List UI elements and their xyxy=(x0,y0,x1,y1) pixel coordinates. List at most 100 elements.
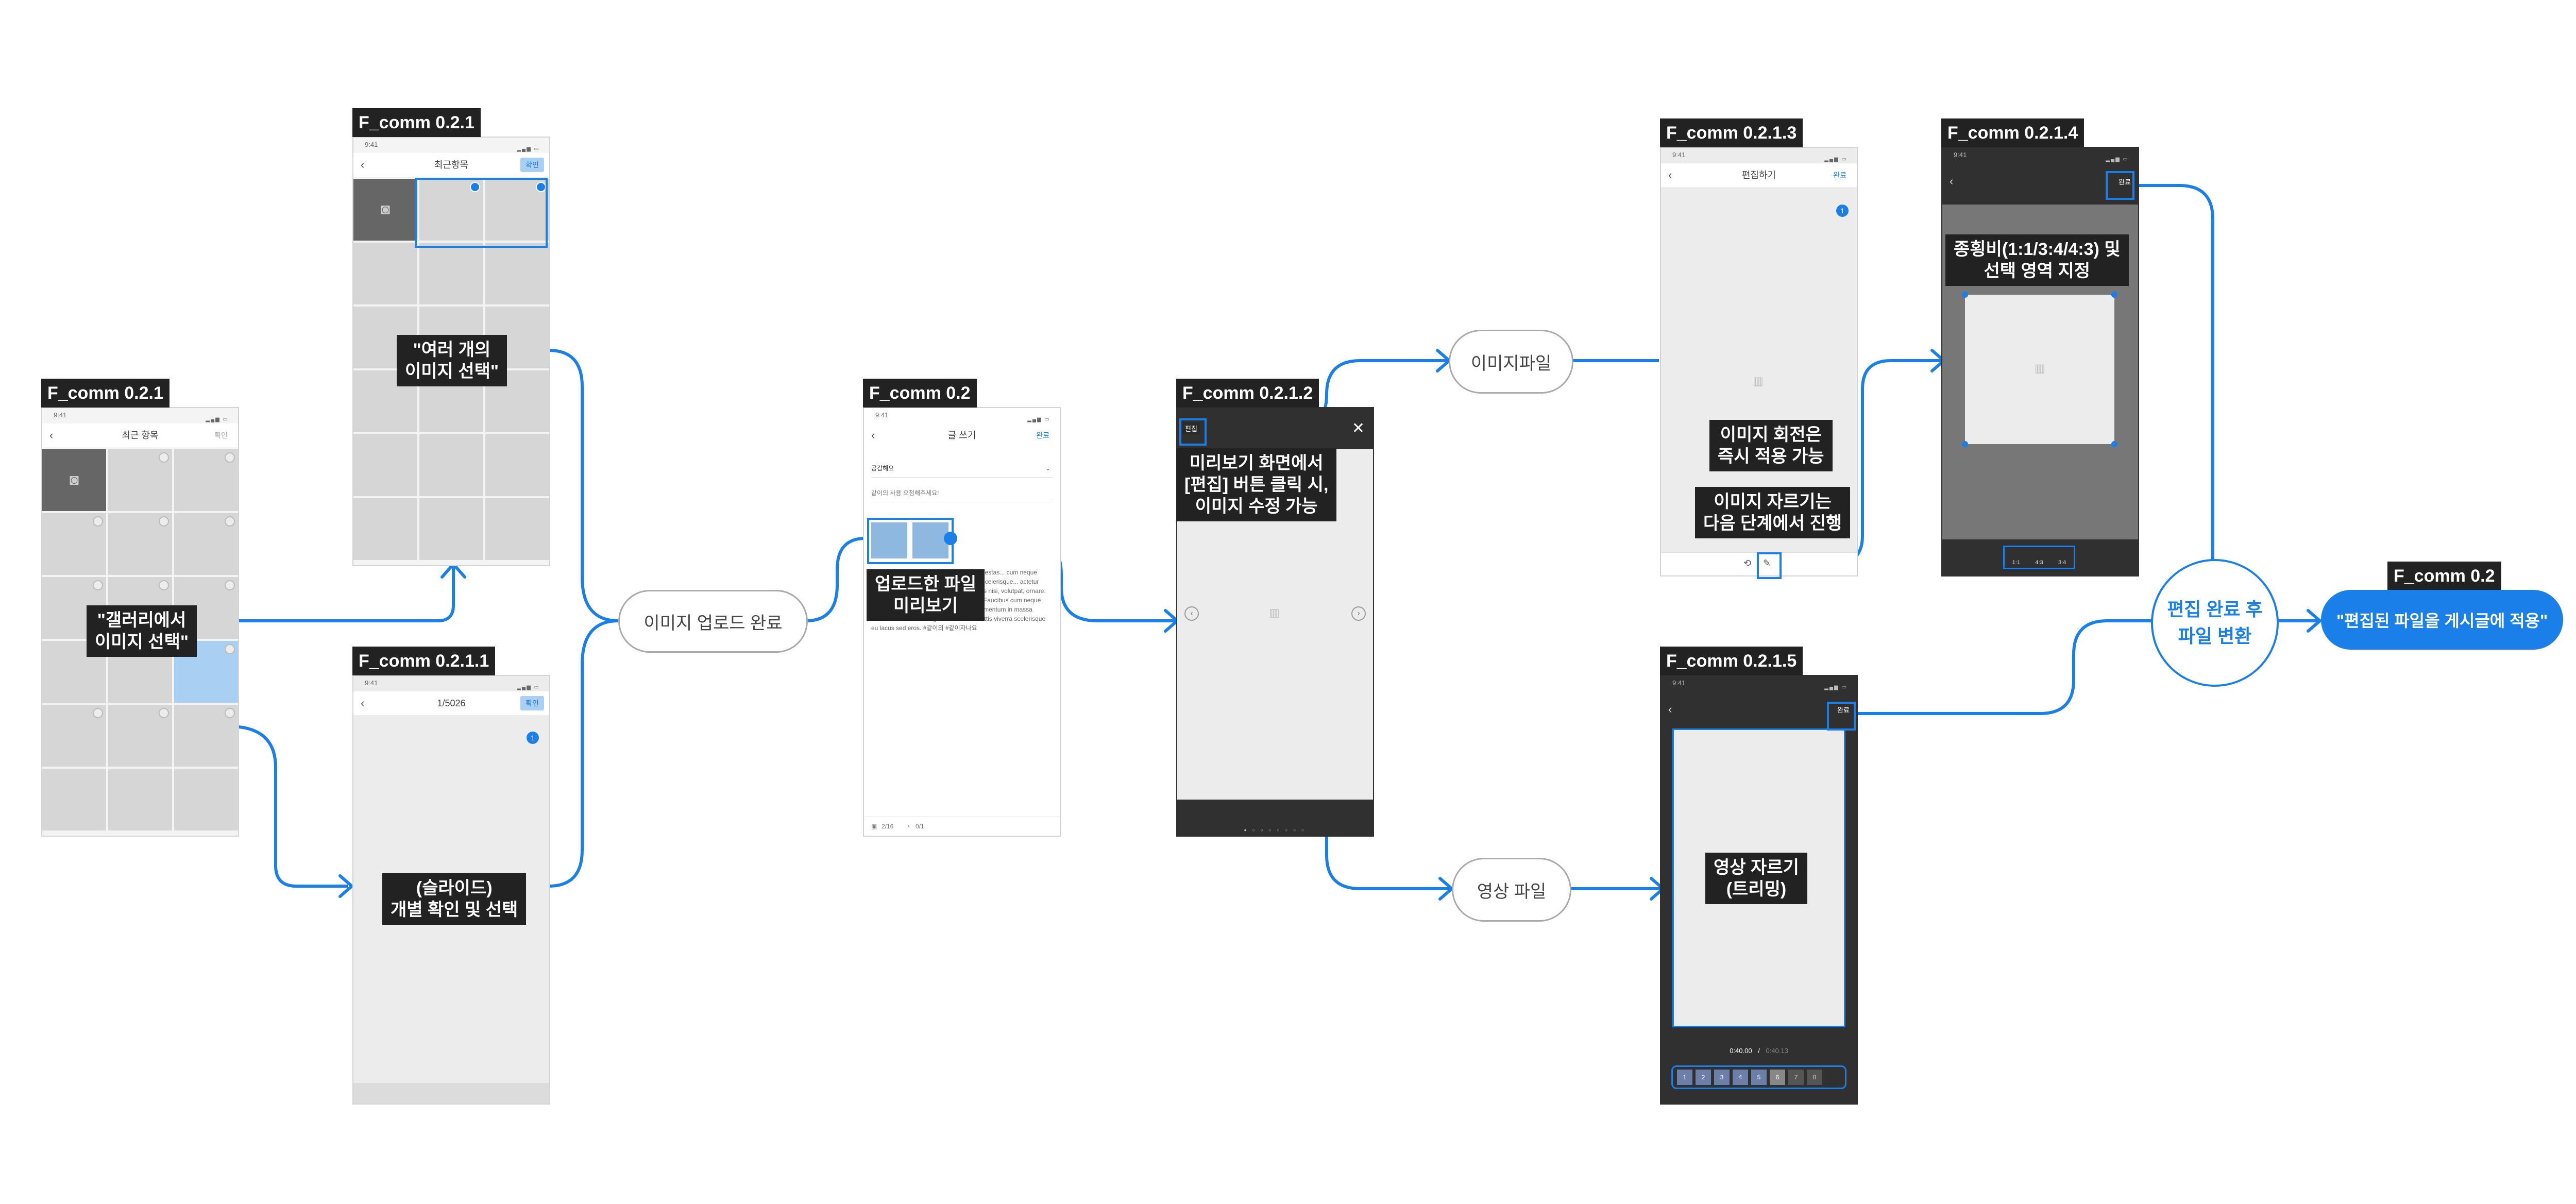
prev-arrow-icon[interactable]: ‹ xyxy=(1184,606,1199,621)
trim-thumb[interactable]: 2 xyxy=(1696,1070,1711,1085)
photo-thumb[interactable] xyxy=(419,498,483,560)
photo-thumb[interactable] xyxy=(419,434,483,496)
close-icon[interactable]: ✕ xyxy=(1352,419,1365,437)
photo-thumb[interactable] xyxy=(174,769,238,830)
trim-strip[interactable]: 1 2 3 4 5 6 7 8 xyxy=(1671,1065,1846,1089)
nav-title: 최근 항목 xyxy=(122,430,159,440)
selection-count-badge[interactable]: 1 xyxy=(527,732,539,744)
done-button[interactable]: 완료 xyxy=(1031,428,1055,443)
ratio-option[interactable]: 3:4 xyxy=(2058,559,2066,566)
arrowhead-right xyxy=(1436,349,1451,372)
category-select[interactable]: 공감해요 ⌄ xyxy=(871,460,1053,478)
confirm-button[interactable]: 확인 xyxy=(520,158,544,172)
photo-thumb[interactable] xyxy=(42,769,106,830)
check-circle-icon[interactable] xyxy=(225,644,235,654)
trim-thumb[interactable]: 6 xyxy=(1770,1070,1785,1085)
photo-thumb[interactable] xyxy=(485,243,549,304)
nav-title: 최근항목 xyxy=(434,160,469,170)
status-time: 9:41 xyxy=(1672,679,1686,687)
trim-thumb[interactable]: 4 xyxy=(1733,1070,1748,1085)
back-icon[interactable]: ‹ xyxy=(871,423,875,447)
selection-count-badge[interactable]: 1 xyxy=(1836,205,1849,217)
confirm-button[interactable]: 확인 xyxy=(520,696,544,710)
time-current: 0:40.00 xyxy=(1730,1047,1752,1055)
photo-thumb[interactable] xyxy=(174,705,238,767)
crop-handle[interactable] xyxy=(1962,292,1968,298)
crop-handle[interactable] xyxy=(1962,441,1968,447)
ratio-option[interactable]: 4:3 xyxy=(2035,559,2043,566)
photo-thumb[interactable] xyxy=(353,434,417,496)
crop-handle[interactable] xyxy=(2111,292,2117,298)
trim-thumb[interactable]: 8 xyxy=(1807,1070,1822,1085)
photo-thumb[interactable] xyxy=(353,243,417,304)
check-circle-icon[interactable] xyxy=(159,580,169,590)
frame-title-f0211: F_comm 0.2.1.1 xyxy=(352,647,496,675)
ratio-options: 1:1 4:3 3:4 xyxy=(2003,546,2075,569)
crop-area[interactable]: ▥ xyxy=(1962,292,2117,447)
edit-button[interactable]: 편집 xyxy=(1182,422,1200,434)
camera-icon[interactable]: ◙ xyxy=(42,449,106,511)
title-input[interactable]: 같이의 사용 요청해주세요! xyxy=(871,484,1053,502)
back-icon[interactable]: ‹ xyxy=(1668,163,1672,187)
photo-thumb[interactable] xyxy=(419,243,483,304)
photo-thumb[interactable] xyxy=(108,769,172,830)
done-button[interactable]: 완료 xyxy=(1828,168,1852,182)
frame-title-f021-multi: F_comm 0.2.1 xyxy=(352,108,481,137)
image-placeholder-icon: ▥ xyxy=(2035,362,2045,375)
nav-bar: ‹ 글 쓰기 완료 xyxy=(864,423,1060,447)
nav-bar: ‹ 편집하기 완료 xyxy=(1661,163,1857,187)
image-icon[interactable]: ▣ xyxy=(871,817,877,836)
back-icon[interactable]: ‹ xyxy=(49,423,53,447)
photo-thumb[interactable] xyxy=(42,705,106,767)
preview-connector-dot xyxy=(944,532,957,545)
check-circle-icon[interactable] xyxy=(225,452,235,463)
photo-thumb[interactable] xyxy=(485,498,549,560)
clock-icon[interactable]: ◔ xyxy=(906,817,910,836)
crop-button-highlight xyxy=(1757,552,1782,579)
camera-icon[interactable]: ◙ xyxy=(353,179,417,241)
check-circle-icon[interactable] xyxy=(93,708,103,718)
check-circle-icon[interactable] xyxy=(159,708,169,718)
trim-thumb[interactable]: 7 xyxy=(1788,1070,1804,1085)
crop-handle[interactable] xyxy=(2111,441,2117,447)
callout-trim: 영상 자르기 (트리밍) xyxy=(1705,853,1807,904)
nav-bar: ‹ 1/5026 확인 xyxy=(353,691,549,715)
connector-multi-to-upload xyxy=(548,349,619,622)
back-icon[interactable]: ‹ xyxy=(361,153,364,177)
post-footer: ▣ 2/16 ◔ 0/1 xyxy=(864,817,1060,836)
check-circle-icon[interactable] xyxy=(93,580,103,590)
image-placeholder-icon: ▥ xyxy=(1269,606,1280,619)
photo-thumb[interactable] xyxy=(42,513,106,575)
screen-crop-ratio: 9:41 ▂▄▆ ▭ ‹ 완료 ▥ 1:1 4:3 3:4 xyxy=(1941,147,2139,576)
check-circle-icon[interactable] xyxy=(225,516,235,527)
photo-thumb[interactable] xyxy=(353,498,417,560)
photo-thumb[interactable] xyxy=(108,705,172,767)
trim-thumb[interactable]: 1 xyxy=(1677,1070,1692,1085)
back-icon[interactable]: ‹ xyxy=(1950,175,1953,188)
done-button-highlight xyxy=(2106,171,2134,200)
trim-thumb[interactable]: 5 xyxy=(1751,1070,1767,1085)
ratio-option[interactable]: 1:1 xyxy=(2012,559,2020,566)
back-icon[interactable]: ‹ xyxy=(1668,703,1672,716)
trim-thumb[interactable]: 3 xyxy=(1714,1070,1730,1085)
back-icon[interactable]: ‹ xyxy=(361,691,364,715)
callout-crop: 이미지 자르기는 다음 단계에서 진행 xyxy=(1695,487,1851,538)
status-bar: 9:41 ▂▄▆ ▭ xyxy=(353,138,549,152)
check-circle-icon[interactable] xyxy=(225,580,235,590)
time-total: 0:40.13 xyxy=(1766,1047,1788,1055)
check-circle-icon[interactable] xyxy=(225,708,235,718)
rotate-icon[interactable]: ⟲ xyxy=(1743,558,1751,569)
chevron-down-icon: ⌄ xyxy=(1045,465,1050,472)
photo-thumb[interactable] xyxy=(485,434,549,496)
check-circle-icon[interactable] xyxy=(159,516,169,527)
photo-thumb[interactable] xyxy=(108,449,172,511)
photo-thumb[interactable] xyxy=(174,513,238,575)
photo-thumb[interactable] xyxy=(108,513,172,575)
check-circle-icon[interactable] xyxy=(159,452,169,463)
confirm-button[interactable]: 확인 xyxy=(209,428,233,443)
next-arrow-icon[interactable]: › xyxy=(1351,606,1366,621)
status-time: 9:41 xyxy=(875,411,889,419)
check-circle-icon[interactable] xyxy=(93,516,103,527)
photo-thumb[interactable] xyxy=(174,449,238,511)
nav-bar: ‹ 최근항목 확인 xyxy=(353,153,549,177)
